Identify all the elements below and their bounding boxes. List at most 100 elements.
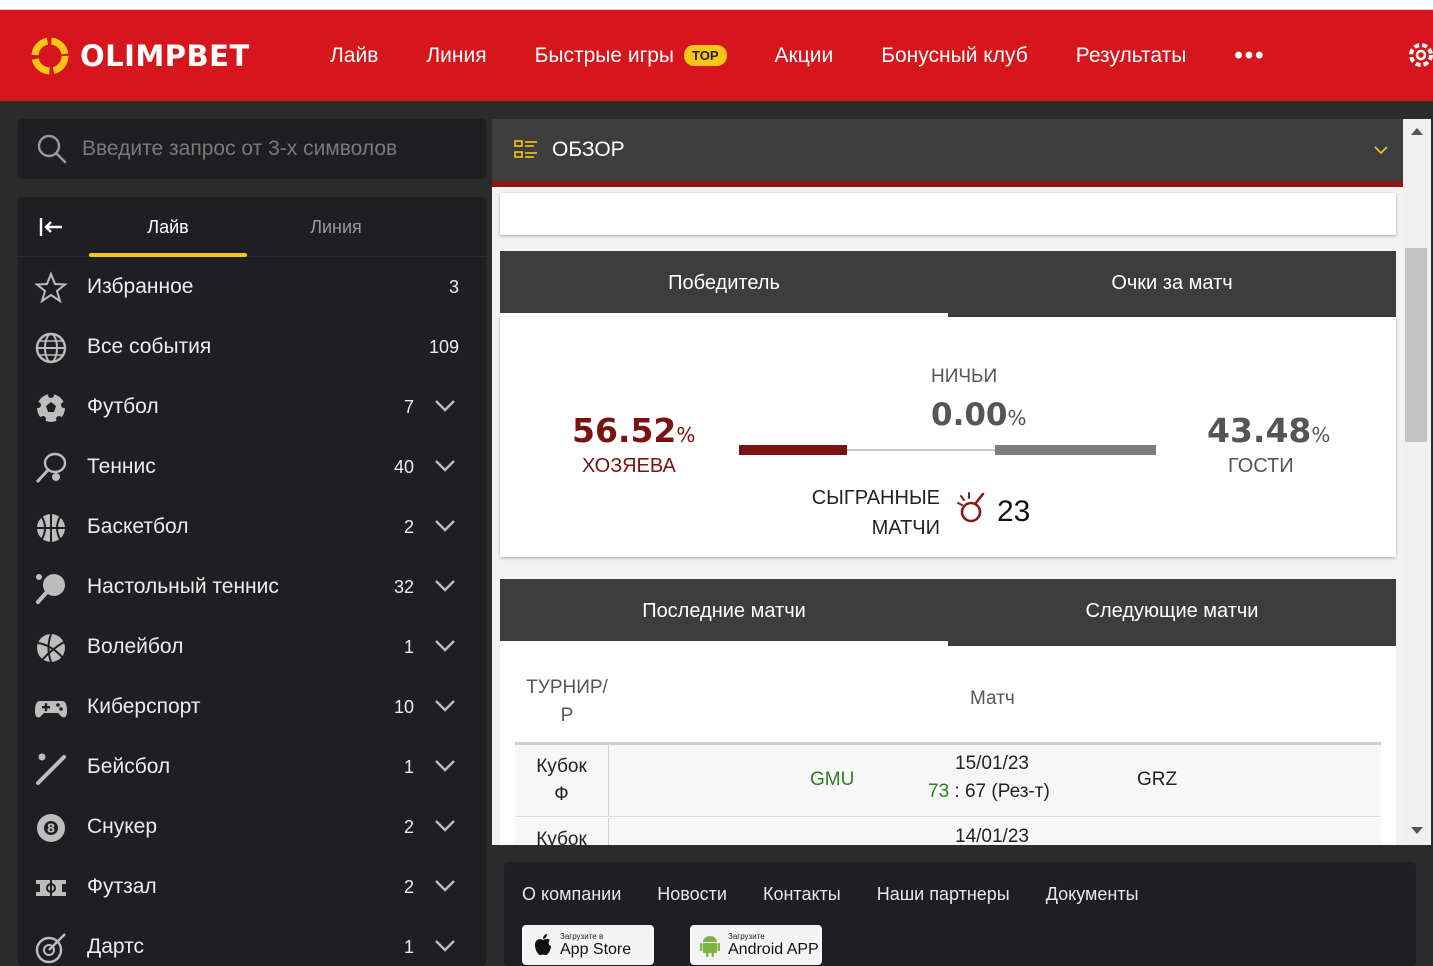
draws-label: НИЧЬИ xyxy=(931,366,998,387)
football-icon xyxy=(35,392,67,422)
search-icon xyxy=(37,134,67,164)
chevron-down-icon[interactable] xyxy=(434,459,456,473)
table-row[interactable]: Кубок Ф GMU 15/01/23 73 : 67 (Рез-т) GRZ xyxy=(515,745,1381,817)
played-matches-label: СЫГРАННЫЕ МАТЧИ xyxy=(811,487,940,539)
chevron-down-icon[interactable] xyxy=(434,579,456,593)
draws-percent: 0.00% xyxy=(931,397,1027,433)
app-store-button[interactable]: Загрузите в App Store xyxy=(522,925,654,965)
star-icon xyxy=(34,271,68,304)
nav-line[interactable]: Линия xyxy=(426,44,486,68)
brand-logo[interactable]: OLIMPBET xyxy=(30,36,250,76)
tab-winner[interactable]: Победитель xyxy=(500,251,948,319)
baseball-icon xyxy=(36,753,66,785)
olimpbet-logo-icon xyxy=(31,37,69,75)
nav-results[interactable]: Результаты xyxy=(1076,44,1187,68)
footer-link-partners[interactable]: Наши партнеры xyxy=(877,884,1010,905)
nav-bonus-club[interactable]: Бонусный клуб xyxy=(881,44,1028,68)
main-nav: Лайв Линия Быстрые игры TOP Акции Бонусны… xyxy=(330,10,1314,101)
tab-match-points[interactable]: Очки за матч xyxy=(948,251,1396,319)
scroll-up-icon[interactable] xyxy=(1403,121,1431,141)
sidebar-item-snooker[interactable]: 8 Снукер 2 xyxy=(18,797,486,857)
chevron-down-icon[interactable] xyxy=(434,819,456,833)
tab-last-matches[interactable]: Последние матчи xyxy=(500,579,948,647)
sidebar-item-tennis[interactable]: Теннис 40 xyxy=(18,437,486,497)
sidebar-item-all-events[interactable]: Все события 109 xyxy=(18,317,486,377)
chevron-down-icon[interactable] xyxy=(434,519,456,533)
overview-header[interactable]: ОБЗОР xyxy=(492,119,1403,187)
sidebar-item-table-tennis[interactable]: Настольный теннис 32 xyxy=(18,557,486,617)
footer: О компании Новости Контакты Наши партнер… xyxy=(504,862,1416,966)
tab-live[interactable]: Лайв xyxy=(89,197,247,257)
guest-label: ГОСТИ xyxy=(1228,455,1294,477)
chevron-down-icon[interactable] xyxy=(434,639,456,653)
sidebar-item-futsal[interactable]: Футзал 2 xyxy=(18,857,486,917)
sports-sidebar: Лайв Линия Избранное 3 Все события 109 Ф… xyxy=(18,197,486,966)
cell-away-team[interactable]: GRZ xyxy=(1137,769,1177,791)
chevron-down-icon[interactable] xyxy=(434,399,456,413)
scroll-down-icon[interactable] xyxy=(1403,821,1431,841)
match-stats-panel: ОБЗОР Победитель Очки за матч 56.52% ХОЗ… xyxy=(492,119,1403,845)
whistle-icon xyxy=(957,492,985,523)
nav-live[interactable]: Лайв xyxy=(330,44,378,68)
sidebar-item-esports[interactable]: Киберспорт 10 xyxy=(18,677,486,737)
footer-link-contacts[interactable]: Контакты xyxy=(763,884,841,905)
browser-top-strip xyxy=(0,0,1433,10)
overview-list-icon xyxy=(514,140,537,158)
sidebar-item-favorites[interactable]: Избранное 3 xyxy=(18,257,486,317)
futsal-icon xyxy=(36,880,66,896)
sidebar-item-darts[interactable]: Дартс 1 xyxy=(18,917,486,966)
chevron-down-icon[interactable] xyxy=(434,759,456,773)
tennis-icon xyxy=(35,452,67,484)
home-win-bar xyxy=(739,445,847,455)
guest-win-bar xyxy=(995,445,1156,455)
sidebar-tabs: Лайв Линия xyxy=(18,197,486,257)
cell-tournament: Кубок xyxy=(536,829,587,845)
top-header: OLIMPBET Лайв Линия Быстрые игры TOP Акци… xyxy=(0,10,1433,101)
footer-link-documents[interactable]: Документы xyxy=(1046,884,1139,905)
footer-link-news[interactable]: Новости xyxy=(657,884,727,905)
android-app-button[interactable]: Загрузите Android APP xyxy=(690,925,822,965)
darts-icon xyxy=(35,933,66,964)
scrollbar-thumb[interactable] xyxy=(1405,248,1427,442)
column-header-tournament: ТУРНИР/Р xyxy=(526,677,608,726)
gamepad-icon xyxy=(35,701,67,718)
table-row[interactable]: Кубок 14/01/23 xyxy=(515,818,1381,845)
draw-bar xyxy=(847,449,995,451)
more-menu-button[interactable]: ••• xyxy=(1234,42,1265,70)
search-input[interactable] xyxy=(82,137,462,161)
winner-tabs: Победитель Очки за матч xyxy=(500,251,1396,319)
home-win-percent: 56.52% xyxy=(572,411,696,450)
gear-icon[interactable] xyxy=(1406,40,1433,70)
sidebar-item-volleyball[interactable]: Волейбол 1 xyxy=(18,617,486,677)
brand-name: OLIMPBET xyxy=(80,39,250,73)
chevron-down-icon[interactable] xyxy=(1373,145,1389,155)
chevron-down-icon[interactable] xyxy=(434,699,456,713)
collapsed-card xyxy=(500,193,1396,235)
cell-home-team[interactable]: GMU xyxy=(810,769,854,791)
globe-icon xyxy=(35,332,67,364)
apple-icon xyxy=(535,934,551,956)
nav-fast-games[interactable]: Быстрые игры TOP xyxy=(535,44,727,68)
sidebar-item-baseball[interactable]: Бейсбол 1 xyxy=(18,737,486,797)
chevron-down-icon[interactable] xyxy=(434,879,456,893)
cell-score: 73 : 67 (Рез-т) xyxy=(928,781,1050,802)
collapse-sidebar-icon[interactable] xyxy=(38,215,64,239)
home-label: ХОЗЯЕВА xyxy=(582,455,676,477)
tab-next-matches[interactable]: Следующие матчи xyxy=(948,579,1396,647)
cell-date: 14/01/23 xyxy=(955,826,1029,845)
guest-win-percent: 43.48% xyxy=(1207,411,1331,450)
search-box xyxy=(18,119,486,179)
nav-promotions[interactable]: Акции xyxy=(775,44,834,68)
sidebar-item-basketball[interactable]: Баскетбол 2 xyxy=(18,497,486,557)
footer-link-about[interactable]: О компании xyxy=(522,884,621,905)
sidebar-item-football[interactable]: Футбол 7 xyxy=(18,377,486,437)
matches-table: ТУРНИР/Р Матч Кубок Ф GMU 15/01/23 73 : 6… xyxy=(500,646,1396,845)
cell-tournament: Кубок Ф xyxy=(536,756,587,805)
tab-line[interactable]: Линия xyxy=(257,197,415,257)
chevron-down-icon[interactable] xyxy=(434,939,456,953)
android-icon xyxy=(700,936,720,957)
snooker-icon: 8 xyxy=(37,814,65,842)
overview-title: ОБЗОР xyxy=(552,138,625,161)
played-matches-count: 23 xyxy=(997,495,1031,528)
vertical-scrollbar[interactable] xyxy=(1403,119,1431,845)
